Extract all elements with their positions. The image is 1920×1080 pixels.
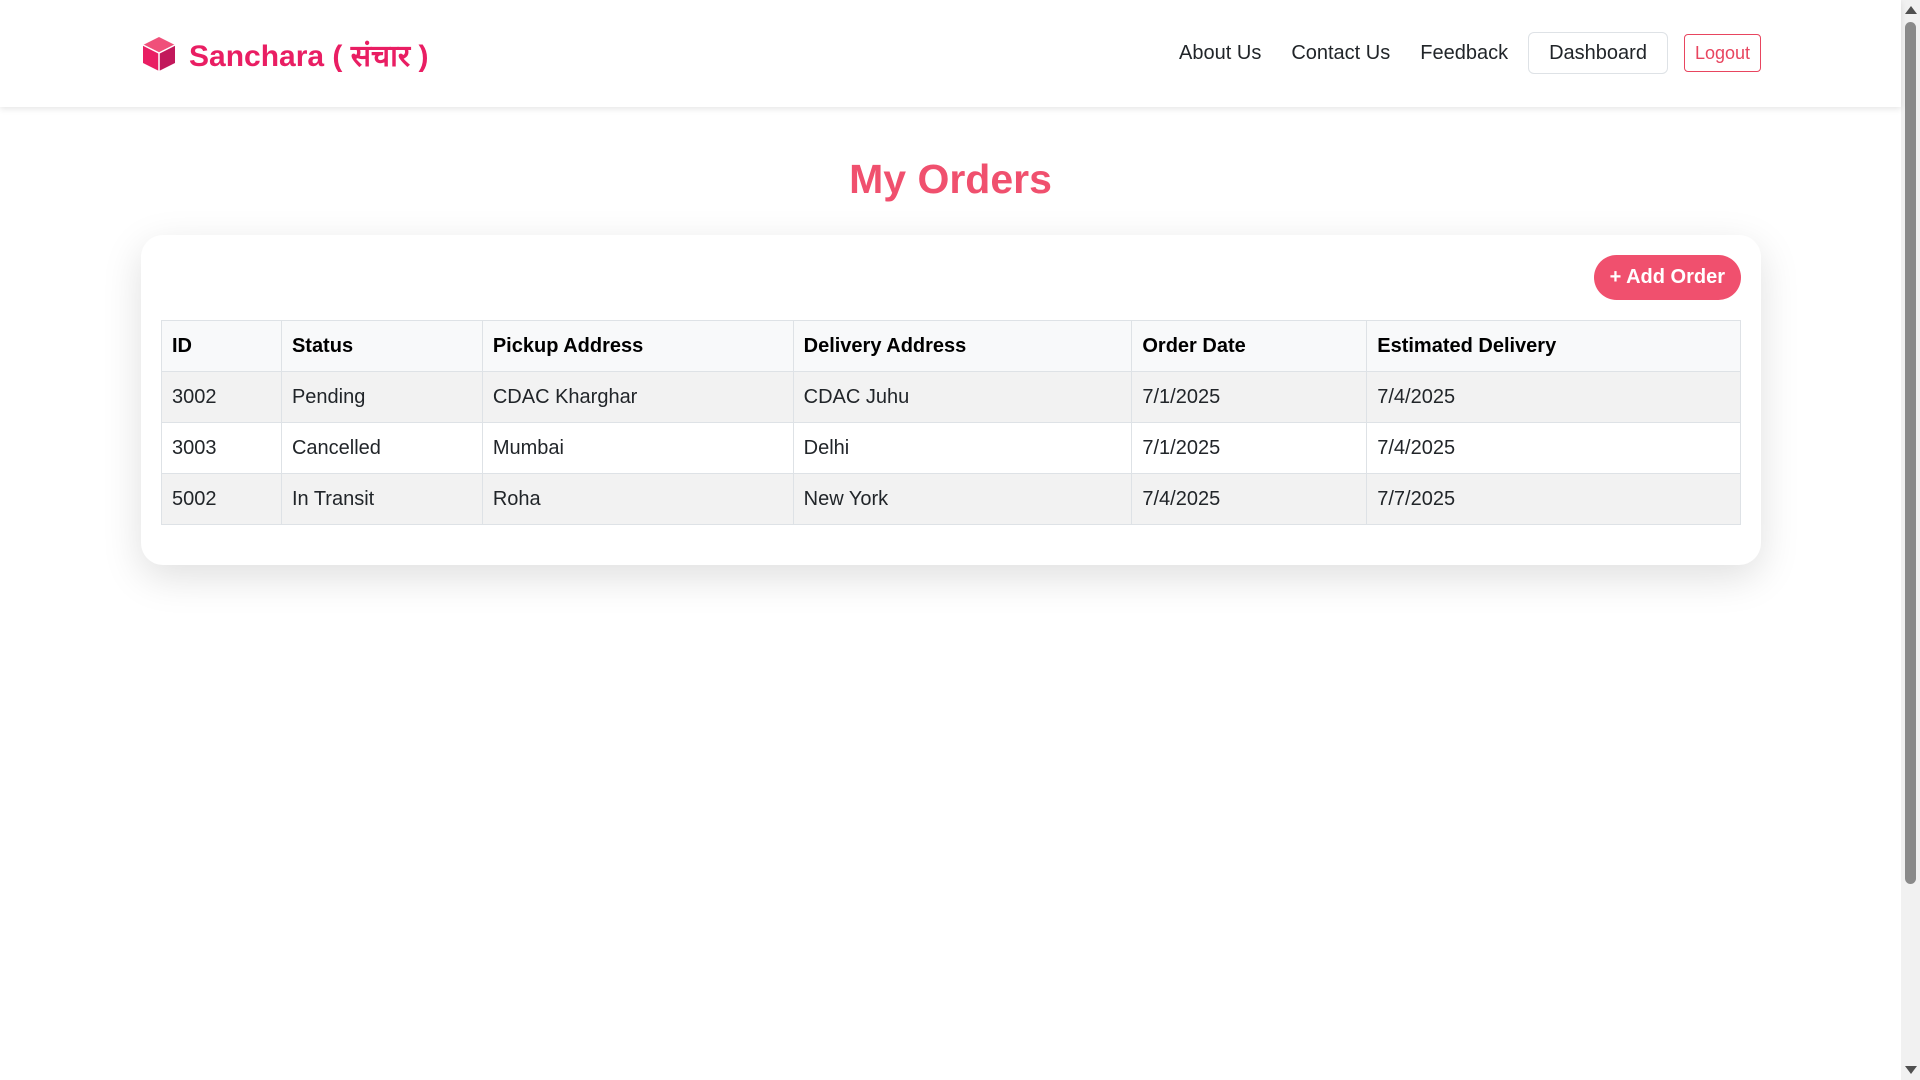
cell-pickup-address: CDAC Kharghar xyxy=(481,371,794,423)
column-header-order-date: Order Date xyxy=(1131,320,1368,372)
brand-logo[interactable]: Sanchara ( संचार ) xyxy=(139,31,428,77)
cell-estimated-delivery: 7/7/2025 xyxy=(1366,473,1741,525)
nav-links: About Us Contact Us Feedback Dashboard L… xyxy=(1149,32,1761,74)
cell-id: 3003 xyxy=(161,422,282,474)
cell-delivery-address: New York xyxy=(792,473,1133,525)
column-header-status: Status xyxy=(280,320,483,372)
cell-delivery-address: Delhi xyxy=(792,422,1133,474)
nav-feedback-link[interactable]: Feedback xyxy=(1420,32,1508,74)
logout-button[interactable]: Logout xyxy=(1683,34,1761,72)
cell-order-date: 7/1/2025 xyxy=(1131,422,1368,474)
column-header-pickup-address: Pickup Address xyxy=(481,320,794,372)
cell-id: 5002 xyxy=(161,473,282,525)
cell-order-date: 7/4/2025 xyxy=(1131,473,1368,525)
navbar: Sanchara ( संचार ) About Us Contact Us F… xyxy=(0,0,1901,107)
cell-estimated-delivery: 7/4/2025 xyxy=(1366,422,1741,474)
cell-order-date: 7/1/2025 xyxy=(1131,371,1368,423)
table-row: 3003 Cancelled Mumbai Delhi 7/1/2025 7/4… xyxy=(161,422,1741,474)
cell-status: Cancelled xyxy=(280,422,483,474)
table-header-row: ID Status Pickup Address Delivery Addres… xyxy=(161,320,1741,372)
brand-name: Sanchara ( संचार ) xyxy=(189,39,429,73)
cell-pickup-address: Roha xyxy=(481,473,794,525)
scroll-thumb[interactable] xyxy=(1905,22,1916,884)
cell-id: 3002 xyxy=(161,371,282,423)
column-header-id: ID xyxy=(161,320,282,372)
cell-delivery-address: CDAC Juhu xyxy=(792,371,1133,423)
scroll-up-arrow-icon[interactable] xyxy=(1905,6,1917,14)
cell-pickup-address: Mumbai xyxy=(481,422,794,474)
viewport: Sanchara ( संचार ) About Us Contact Us F… xyxy=(0,0,1920,1080)
column-header-delivery-address: Delivery Address xyxy=(792,320,1133,372)
nav-contact-link[interactable]: Contact Us xyxy=(1291,32,1390,74)
column-header-estimated-delivery: Estimated Delivery xyxy=(1366,320,1741,372)
dashboard-button[interactable]: Dashboard xyxy=(1528,32,1668,74)
cell-status: In Transit xyxy=(280,473,483,525)
table-row: 3002 Pending CDAC Kharghar CDAC Juhu 7/1… xyxy=(161,371,1741,423)
orders-table: ID Status Pickup Address Delivery Addres… xyxy=(161,320,1741,525)
cell-status: Pending xyxy=(280,371,483,423)
cube-icon xyxy=(142,37,176,71)
cell-estimated-delivery: 7/4/2025 xyxy=(1366,371,1741,423)
table-row: 5002 In Transit Roha New York 7/4/2025 7… xyxy=(161,473,1741,525)
scroll-down-arrow-icon[interactable] xyxy=(1905,1066,1917,1074)
vertical-scrollbar[interactable] xyxy=(1901,0,1920,1080)
nav-about-link[interactable]: About Us xyxy=(1179,32,1261,74)
page-title: My Orders xyxy=(849,156,1052,202)
add-order-button[interactable]: + Add Order xyxy=(1593,255,1741,300)
orders-card: + Add Order ID Status Pickup Address Del… xyxy=(141,235,1761,565)
